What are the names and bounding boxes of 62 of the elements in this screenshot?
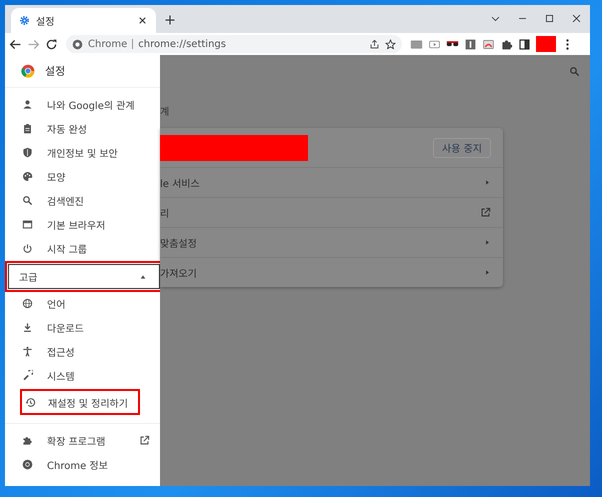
settings-row-label[interactable]: 맞춤설정 [160,235,197,250]
sidebar-item[interactable]: 확장 프로그램 [5,428,160,452]
section-title: 계 [160,106,170,118]
caret-icon [139,272,147,280]
chrome-logo-icon [22,458,33,470]
sidebar-item[interactable]: 접근성 [5,339,160,363]
sidebar-item[interactable]: 기본 브라우저 [5,212,160,236]
side-panel-icon[interactable] [518,38,531,50]
sidebar-item[interactable]: Chrome 정보 [5,452,160,476]
palette-icon [22,170,33,182]
search-icon [22,194,33,206]
settings-row-label[interactable]: le 서비스 [160,175,200,190]
address-bar[interactable]: Chrome chrome://settings [66,35,402,53]
arrow-right-icon[interactable] [484,269,491,276]
back-icon[interactable] [9,38,22,50]
settings-row-label[interactable]: 리 [160,205,170,220]
sidebar-item[interactable]: 시작 그룹 [5,236,160,260]
url-text: chrome://settings [138,38,226,50]
globe-icon [22,298,33,308]
gear-icon [19,15,30,26]
close-icon[interactable] [571,13,582,24]
sidebar-item[interactable]: 개인정보 및 보안 [5,140,160,164]
puzzle-icon[interactable] [500,38,513,50]
shield-icon [22,146,33,158]
share-icon[interactable] [369,38,380,50]
chrome-logo-icon [72,38,83,50]
external-link-icon [139,434,150,446]
browser-tab[interactable]: 설정 [11,8,156,33]
sidebar-item[interactable]: 다운로드 [5,315,160,339]
extension-icon[interactable] [410,38,423,50]
star-icon[interactable] [385,38,396,50]
extension-icon[interactable] [482,38,495,50]
reload-icon[interactable] [45,38,58,50]
new-tab-icon[interactable] [164,14,176,26]
external-link-icon[interactable] [480,207,491,218]
sidebar-item[interactable]: 언어 [5,291,160,315]
tab-title: 설정 [36,16,56,28]
arrow-right-icon[interactable] [484,239,491,246]
chrome-logo-icon [21,64,35,78]
history-icon [25,396,36,408]
sidebar-item[interactable]: 검색엔진 [5,188,160,212]
puzzle-icon [22,434,33,446]
sidebar-item[interactable]: 자동 완성 [5,116,160,140]
sidebar-item[interactable]: 재설정 및 정리하기 [20,389,140,415]
sidebar-item[interactable]: 시스템 [5,363,160,387]
settings-title: 설정 [45,64,66,79]
site-label: Chrome [88,38,128,50]
accessibility-icon [22,346,33,356]
close-tab-icon[interactable] [137,15,148,26]
browser-icon [22,218,33,230]
download-icon [22,322,33,332]
sidebar-item[interactable]: 나와 Google의 관계 [5,92,160,116]
power-icon [22,242,33,254]
clipboard-icon [22,122,33,134]
maximize-icon[interactable] [544,13,555,24]
advanced-section-header[interactable]: 고급 [8,264,160,289]
settings-row-label[interactable]: 가져오기 [160,265,197,280]
search-icon[interactable] [569,66,580,76]
sidebar-item[interactable]: 모양 [5,164,160,188]
extension-icon[interactable] [464,38,477,50]
arrow-right-icon[interactable] [484,179,491,186]
person-icon [22,98,33,110]
